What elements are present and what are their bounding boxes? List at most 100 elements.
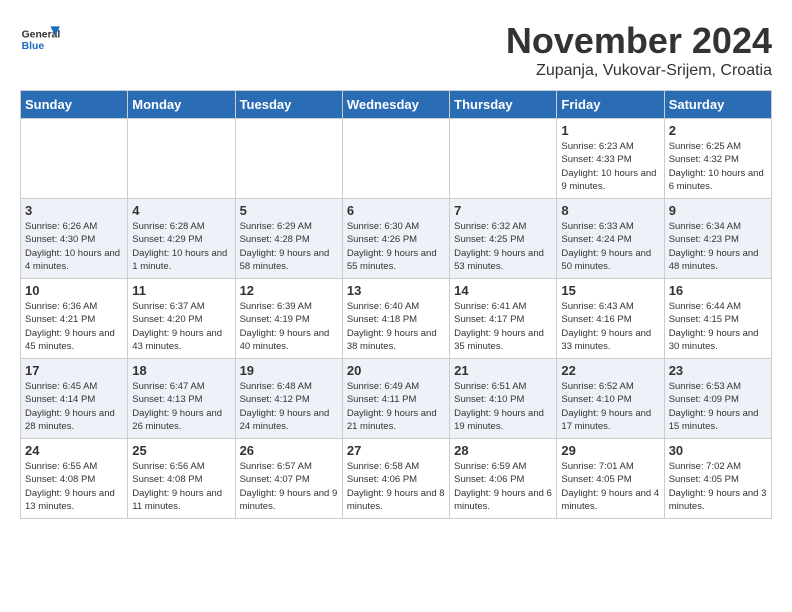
column-header-tuesday: Tuesday xyxy=(235,91,342,119)
title-block: November 2024 Zupanja, Vukovar-Srijem, C… xyxy=(506,20,772,80)
week-row-1: 1 Sunrise: 6:23 AM Sunset: 4:33 PM Daylig… xyxy=(21,119,772,199)
day-number: 12 xyxy=(240,283,338,298)
week-row-4: 17 Sunrise: 6:45 AM Sunset: 4:14 PM Dayli… xyxy=(21,359,772,439)
day-number: 17 xyxy=(25,363,123,378)
page-header: General Blue November 2024 Zupanja, Vuko… xyxy=(20,20,772,80)
day-info: Sunrise: 6:29 AM Sunset: 4:28 PM Dayligh… xyxy=(240,220,338,273)
day-number: 29 xyxy=(561,443,659,458)
logo: General Blue xyxy=(20,20,60,60)
day-cell: 29 Sunrise: 7:01 AM Sunset: 4:05 PM Dayli… xyxy=(557,439,664,519)
day-info: Sunrise: 6:51 AM Sunset: 4:10 PM Dayligh… xyxy=(454,380,552,433)
day-info: Sunrise: 6:56 AM Sunset: 4:08 PM Dayligh… xyxy=(132,460,230,513)
day-cell: 25 Sunrise: 6:56 AM Sunset: 4:08 PM Dayli… xyxy=(128,439,235,519)
day-cell: 16Sunrise: 6:44 AM Sunset: 4:15 PM Dayli… xyxy=(664,279,771,359)
day-number: 28 xyxy=(454,443,552,458)
day-number: 15 xyxy=(561,283,659,298)
day-cell xyxy=(128,119,235,199)
day-info: Sunrise: 7:02 AM Sunset: 4:05 PM Dayligh… xyxy=(669,460,767,513)
day-cell: 10 Sunrise: 6:36 AM Sunset: 4:21 PM Dayli… xyxy=(21,279,128,359)
header-row: SundayMondayTuesdayWednesdayThursdayFrid… xyxy=(21,91,772,119)
day-cell: 4 Sunrise: 6:28 AM Sunset: 4:29 PM Daylig… xyxy=(128,199,235,279)
day-cell: 21 Sunrise: 6:51 AM Sunset: 4:10 PM Dayli… xyxy=(450,359,557,439)
column-header-wednesday: Wednesday xyxy=(342,91,449,119)
day-number: 20 xyxy=(347,363,445,378)
day-number: 19 xyxy=(240,363,338,378)
day-info: Sunrise: 6:49 AM Sunset: 4:11 PM Dayligh… xyxy=(347,380,445,433)
day-cell: 27 Sunrise: 6:58 AM Sunset: 4:06 PM Dayli… xyxy=(342,439,449,519)
day-cell: 6 Sunrise: 6:30 AM Sunset: 4:26 PM Daylig… xyxy=(342,199,449,279)
day-number: 23 xyxy=(669,363,767,378)
day-number: 4 xyxy=(132,203,230,218)
day-cell: 7Sunrise: 6:32 AM Sunset: 4:25 PM Daylig… xyxy=(450,199,557,279)
day-cell xyxy=(450,119,557,199)
day-info: Sunrise: 6:48 AM Sunset: 4:12 PM Dayligh… xyxy=(240,380,338,433)
day-info: Sunrise: 6:28 AM Sunset: 4:29 PM Dayligh… xyxy=(132,220,230,273)
day-number: 9 xyxy=(669,203,767,218)
day-number: 6 xyxy=(347,203,445,218)
day-info: Sunrise: 6:45 AM Sunset: 4:14 PM Dayligh… xyxy=(25,380,123,433)
day-info: Sunrise: 6:40 AM Sunset: 4:18 PM Dayligh… xyxy=(347,300,445,353)
column-header-friday: Friday xyxy=(557,91,664,119)
day-info: Sunrise: 6:52 AM Sunset: 4:10 PM Dayligh… xyxy=(561,380,659,433)
location: Zupanja, Vukovar-Srijem, Croatia xyxy=(506,62,772,80)
day-info: Sunrise: 6:43 AM Sunset: 4:16 PM Dayligh… xyxy=(561,300,659,353)
day-info: Sunrise: 6:57 AM Sunset: 4:07 PM Dayligh… xyxy=(240,460,338,513)
day-cell: 23 Sunrise: 6:53 AM Sunset: 4:09 PM Dayli… xyxy=(664,359,771,439)
day-number: 10 xyxy=(25,283,123,298)
day-info: Sunrise: 6:41 AM Sunset: 4:17 PM Dayligh… xyxy=(454,300,552,353)
day-cell: 8 Sunrise: 6:33 AM Sunset: 4:24 PM Daylig… xyxy=(557,199,664,279)
day-cell: 3 Sunrise: 6:26 AM Sunset: 4:30 PM Daylig… xyxy=(21,199,128,279)
month-title: November 2024 xyxy=(506,20,772,62)
day-info: Sunrise: 6:53 AM Sunset: 4:09 PM Dayligh… xyxy=(669,380,767,433)
day-info: Sunrise: 7:01 AM Sunset: 4:05 PM Dayligh… xyxy=(561,460,659,513)
day-info: Sunrise: 6:58 AM Sunset: 4:06 PM Dayligh… xyxy=(347,460,445,513)
day-number: 30 xyxy=(669,443,767,458)
day-info: Sunrise: 6:25 AM Sunset: 4:32 PM Dayligh… xyxy=(669,140,767,193)
column-header-sunday: Sunday xyxy=(21,91,128,119)
column-header-saturday: Saturday xyxy=(664,91,771,119)
day-info: Sunrise: 6:47 AM Sunset: 4:13 PM Dayligh… xyxy=(132,380,230,433)
day-number: 24 xyxy=(25,443,123,458)
day-number: 27 xyxy=(347,443,445,458)
day-info: Sunrise: 6:55 AM Sunset: 4:08 PM Dayligh… xyxy=(25,460,123,513)
svg-text:Blue: Blue xyxy=(22,41,45,52)
day-cell: 17 Sunrise: 6:45 AM Sunset: 4:14 PM Dayli… xyxy=(21,359,128,439)
day-number: 18 xyxy=(132,363,230,378)
day-number: 1 xyxy=(561,123,659,138)
day-cell xyxy=(235,119,342,199)
day-info: Sunrise: 6:23 AM Sunset: 4:33 PM Dayligh… xyxy=(561,140,659,193)
week-row-3: 10 Sunrise: 6:36 AM Sunset: 4:21 PM Dayli… xyxy=(21,279,772,359)
week-row-2: 3 Sunrise: 6:26 AM Sunset: 4:30 PM Daylig… xyxy=(21,199,772,279)
day-info: Sunrise: 6:59 AM Sunset: 4:06 PM Dayligh… xyxy=(454,460,552,513)
day-number: 3 xyxy=(25,203,123,218)
day-cell: 9 Sunrise: 6:34 AM Sunset: 4:23 PM Daylig… xyxy=(664,199,771,279)
day-number: 13 xyxy=(347,283,445,298)
day-number: 7 xyxy=(454,203,552,218)
day-cell: 20 Sunrise: 6:49 AM Sunset: 4:11 PM Dayli… xyxy=(342,359,449,439)
logo-icon: General Blue xyxy=(20,20,60,60)
day-info: Sunrise: 6:36 AM Sunset: 4:21 PM Dayligh… xyxy=(25,300,123,353)
day-info: Sunrise: 6:37 AM Sunset: 4:20 PM Dayligh… xyxy=(132,300,230,353)
day-cell: 26 Sunrise: 6:57 AM Sunset: 4:07 PM Dayli… xyxy=(235,439,342,519)
day-number: 8 xyxy=(561,203,659,218)
column-header-thursday: Thursday xyxy=(450,91,557,119)
day-number: 21 xyxy=(454,363,552,378)
day-cell: 22 Sunrise: 6:52 AM Sunset: 4:10 PM Dayli… xyxy=(557,359,664,439)
day-number: 26 xyxy=(240,443,338,458)
week-row-5: 24 Sunrise: 6:55 AM Sunset: 4:08 PM Dayli… xyxy=(21,439,772,519)
day-number: 11 xyxy=(132,283,230,298)
day-info: Sunrise: 6:39 AM Sunset: 4:19 PM Dayligh… xyxy=(240,300,338,353)
day-number: 22 xyxy=(561,363,659,378)
day-number: 5 xyxy=(240,203,338,218)
day-number: 2 xyxy=(669,123,767,138)
day-cell xyxy=(21,119,128,199)
day-cell: 14Sunrise: 6:41 AM Sunset: 4:17 PM Dayli… xyxy=(450,279,557,359)
day-info: Sunrise: 6:34 AM Sunset: 4:23 PM Dayligh… xyxy=(669,220,767,273)
day-number: 25 xyxy=(132,443,230,458)
day-info: Sunrise: 6:26 AM Sunset: 4:30 PM Dayligh… xyxy=(25,220,123,273)
day-cell: 12 Sunrise: 6:39 AM Sunset: 4:19 PM Dayli… xyxy=(235,279,342,359)
day-info: Sunrise: 6:30 AM Sunset: 4:26 PM Dayligh… xyxy=(347,220,445,273)
day-info: Sunrise: 6:33 AM Sunset: 4:24 PM Dayligh… xyxy=(561,220,659,273)
day-cell: 13 Sunrise: 6:40 AM Sunset: 4:18 PM Dayli… xyxy=(342,279,449,359)
calendar-table: SundayMondayTuesdayWednesdayThursdayFrid… xyxy=(20,90,772,519)
